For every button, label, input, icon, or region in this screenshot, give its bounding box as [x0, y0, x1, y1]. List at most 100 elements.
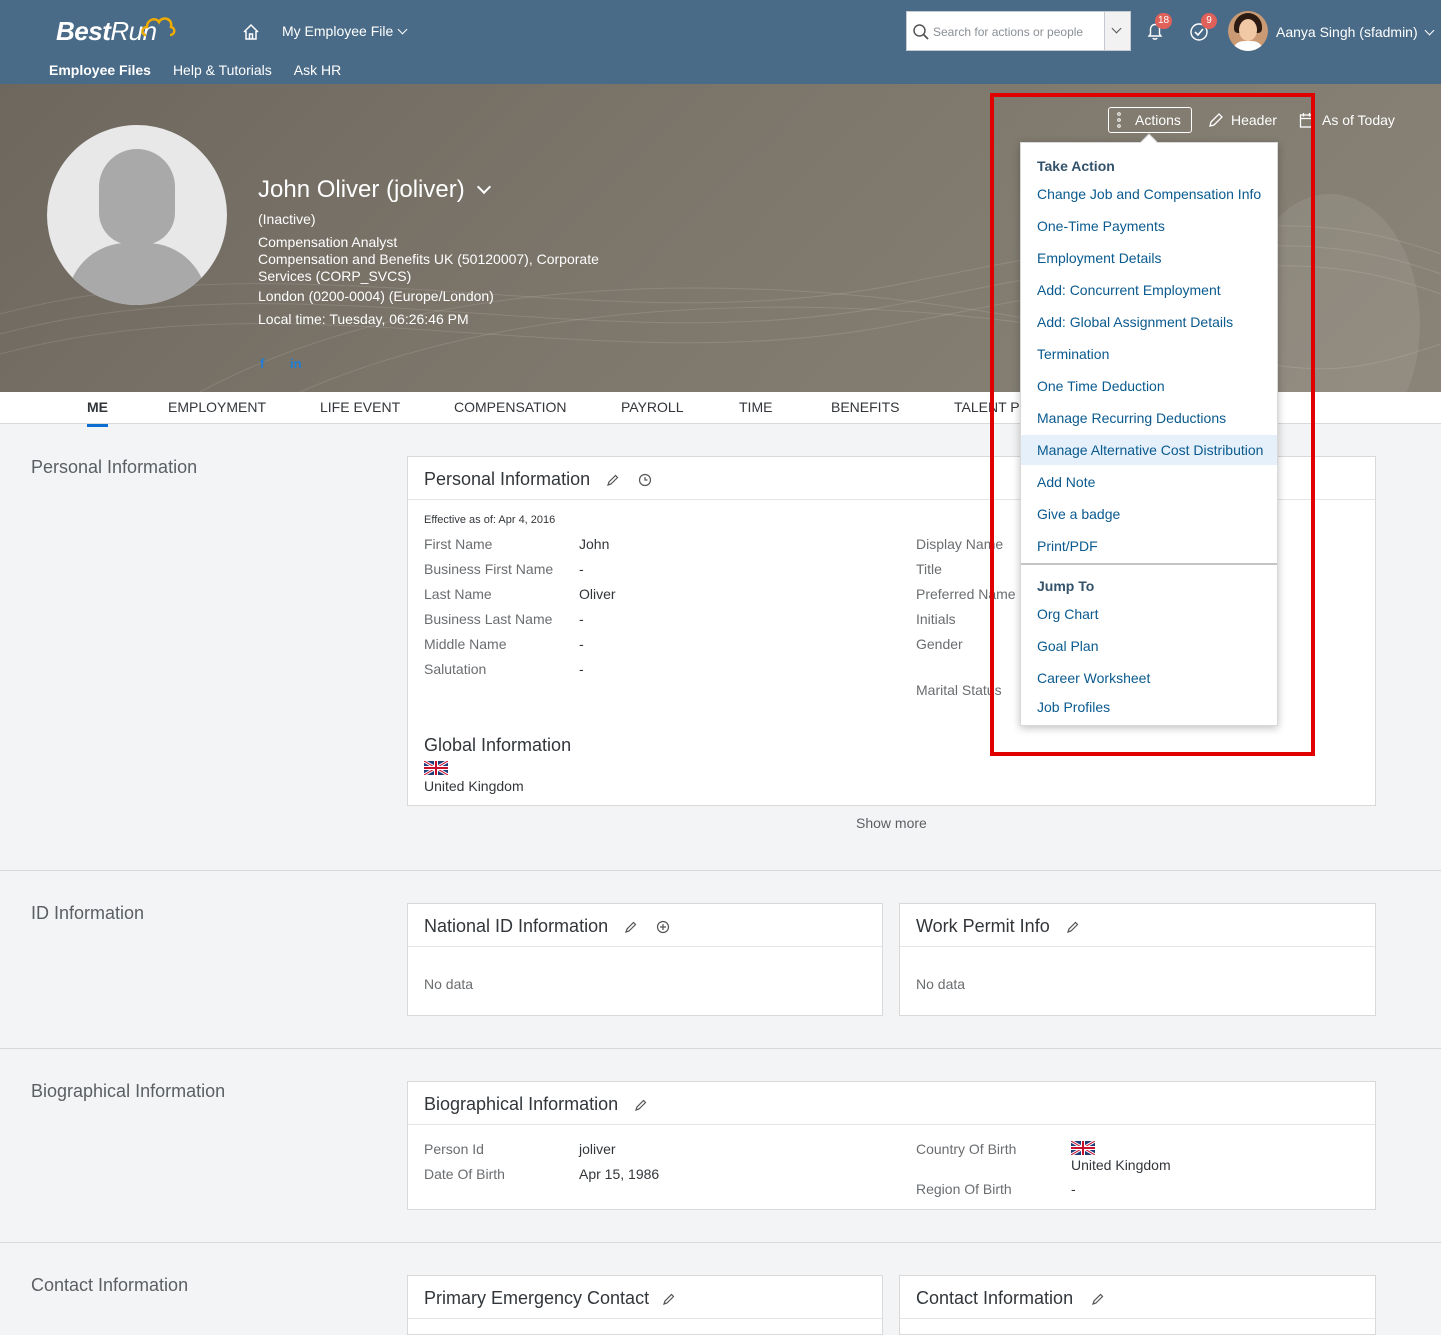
field-label-country-of-birth: Country Of Birth	[916, 1141, 1017, 1157]
card-header-divider	[900, 1318, 1375, 1319]
employee-department: Compensation and Benefits UK (50120007),…	[258, 251, 599, 267]
field-value: -	[579, 611, 584, 627]
profile-photo[interactable]	[47, 125, 227, 305]
card-title: Work Permit Info	[916, 916, 1050, 936]
field-value-region-of-birth: -	[1071, 1181, 1076, 1197]
uk-flag-icon	[1071, 1141, 1095, 1155]
national-id-card: National ID Information No data	[407, 903, 883, 1016]
pencil-icon[interactable]	[1066, 920, 1080, 934]
uk-flag-icon	[424, 761, 448, 775]
search-dropdown-button[interactable]	[1104, 12, 1130, 50]
field-value-person-id: joliver	[579, 1141, 616, 1157]
facebook-icon[interactable]: f	[260, 356, 264, 371]
sub-navigation: Employee Files Help & Tutorials Ask HR	[49, 62, 363, 78]
employee-department-cont: Services (CORP_SVCS)	[258, 268, 412, 284]
field-label: Business Last Name	[424, 611, 553, 627]
notification-badge: 18	[1155, 13, 1173, 29]
card-title: Personal Information	[424, 469, 591, 489]
tab-life-event[interactable]: LIFE EVENT	[320, 399, 400, 415]
nav-help-tutorials[interactable]: Help & Tutorials	[173, 62, 272, 78]
user-menu[interactable]: Aanya Singh (sfadmin)	[1276, 24, 1435, 40]
no-data-text: No data	[916, 976, 966, 992]
module-selector[interactable]: My Employee File	[282, 23, 408, 39]
field-value-country-of-birth: United Kingdom	[1071, 1157, 1171, 1173]
card-header-divider	[408, 1318, 882, 1319]
field-value-dob: Apr 15, 1986	[579, 1166, 660, 1182]
field-value: -	[579, 661, 584, 677]
field-label-initials: Initials	[916, 611, 956, 627]
field-label-person-id: Person Id	[424, 1141, 484, 1157]
tasks-badge: 9	[1201, 13, 1217, 29]
cloud-logo-icon	[141, 17, 176, 37]
section-title: Personal Information	[31, 457, 198, 477]
field-label: Middle Name	[424, 636, 507, 652]
search-placeholder: Search for actions or people	[933, 25, 1084, 39]
home-icon[interactable]	[242, 23, 260, 41]
tab-compensation[interactable]: COMPENSATION	[454, 399, 567, 415]
global-information-title: Global Information	[424, 735, 572, 755]
section-title: Contact Information	[31, 1275, 189, 1295]
chevron-down-icon	[476, 179, 491, 195]
effective-date: Effective as of: Apr 4, 2016	[424, 514, 556, 526]
field-value: -	[579, 561, 584, 577]
field-value: John	[579, 536, 610, 552]
employee-location: London (0200-0004) (Europe/London)	[258, 288, 494, 304]
card-header-divider	[900, 946, 1375, 947]
field-value: -	[579, 636, 584, 652]
pencil-icon[interactable]	[634, 1098, 648, 1112]
field-label-marital-status: Marital Status	[916, 682, 1002, 698]
work-permit-card: Work Permit Info No data	[899, 903, 1376, 1016]
chevron-down-icon	[1111, 23, 1122, 34]
field-label-title: Title	[916, 561, 942, 577]
employee-status: (Inactive)	[258, 211, 316, 227]
annotation-highlight-box	[990, 93, 1315, 756]
card-title: Contact Information	[916, 1288, 1074, 1308]
field-label-gender: Gender	[916, 636, 963, 652]
card-title: Primary Emergency Contact	[424, 1288, 650, 1308]
field-label-dob: Date Of Birth	[424, 1166, 505, 1182]
pencil-icon[interactable]	[606, 473, 620, 487]
field-label: Last Name	[424, 586, 492, 602]
card-title: National ID Information	[424, 916, 609, 936]
field-label: Salutation	[424, 661, 487, 677]
nav-employee-files[interactable]: Employee Files	[49, 62, 151, 78]
show-more-link[interactable]: Show more	[856, 815, 927, 831]
field-label-region-of-birth: Region Of Birth	[916, 1181, 1012, 1197]
tab-payroll[interactable]: PAYROLL	[621, 399, 684, 415]
tab-benefits[interactable]: BENEFITS	[831, 399, 899, 415]
field-value: Oliver	[579, 586, 616, 602]
field-label: First Name	[424, 536, 493, 552]
biographical-information-card: Biographical Information Person Id joliv…	[407, 1081, 1376, 1210]
card-header-divider	[408, 1124, 1375, 1125]
add-circle-icon[interactable]	[656, 920, 670, 934]
pencil-icon[interactable]	[662, 1292, 676, 1306]
section-title: ID Information	[31, 903, 145, 923]
global-country: United Kingdom	[424, 778, 524, 794]
tab-me[interactable]: ME	[87, 399, 108, 427]
user-avatar[interactable]	[1228, 11, 1268, 51]
search-icon	[913, 24, 929, 40]
chevron-down-icon	[397, 24, 408, 35]
contact-information-card: Contact Information	[899, 1275, 1376, 1335]
contact-information-section: Contact Information Primary Emergency Co…	[0, 1243, 1441, 1335]
card-title: Biographical Information	[424, 1094, 619, 1114]
employee-name[interactable]: John Oliver (joliver)	[258, 176, 491, 204]
section-title: Biographical Information	[31, 1081, 226, 1101]
biographical-information-section: Biographical Information Biographical In…	[0, 1049, 1441, 1243]
employee-job-title: Compensation Analyst	[258, 234, 398, 250]
id-information-section: ID Information National ID Information N…	[0, 871, 1441, 1049]
employee-local-time: Local time: Tuesday, 06:26:46 PM	[258, 311, 469, 327]
nav-ask-hr[interactable]: Ask HR	[294, 62, 341, 78]
history-clock-icon[interactable]	[638, 473, 652, 487]
tab-time[interactable]: TIME	[739, 399, 772, 415]
linkedin-icon[interactable]: in	[290, 356, 302, 371]
field-label: Business First Name	[424, 561, 554, 577]
pencil-icon[interactable]	[624, 920, 638, 934]
chevron-down-icon	[1424, 25, 1435, 36]
shell-bar: BestRun My Employee File Employee Files H…	[0, 0, 1441, 84]
tab-employment[interactable]: EMPLOYMENT	[168, 399, 266, 415]
primary-emergency-contact-card: Primary Emergency Contact	[407, 1275, 883, 1335]
pencil-icon[interactable]	[1091, 1292, 1105, 1306]
search-field[interactable]: Search for actions or people	[906, 11, 1131, 51]
card-header-divider	[408, 946, 882, 947]
